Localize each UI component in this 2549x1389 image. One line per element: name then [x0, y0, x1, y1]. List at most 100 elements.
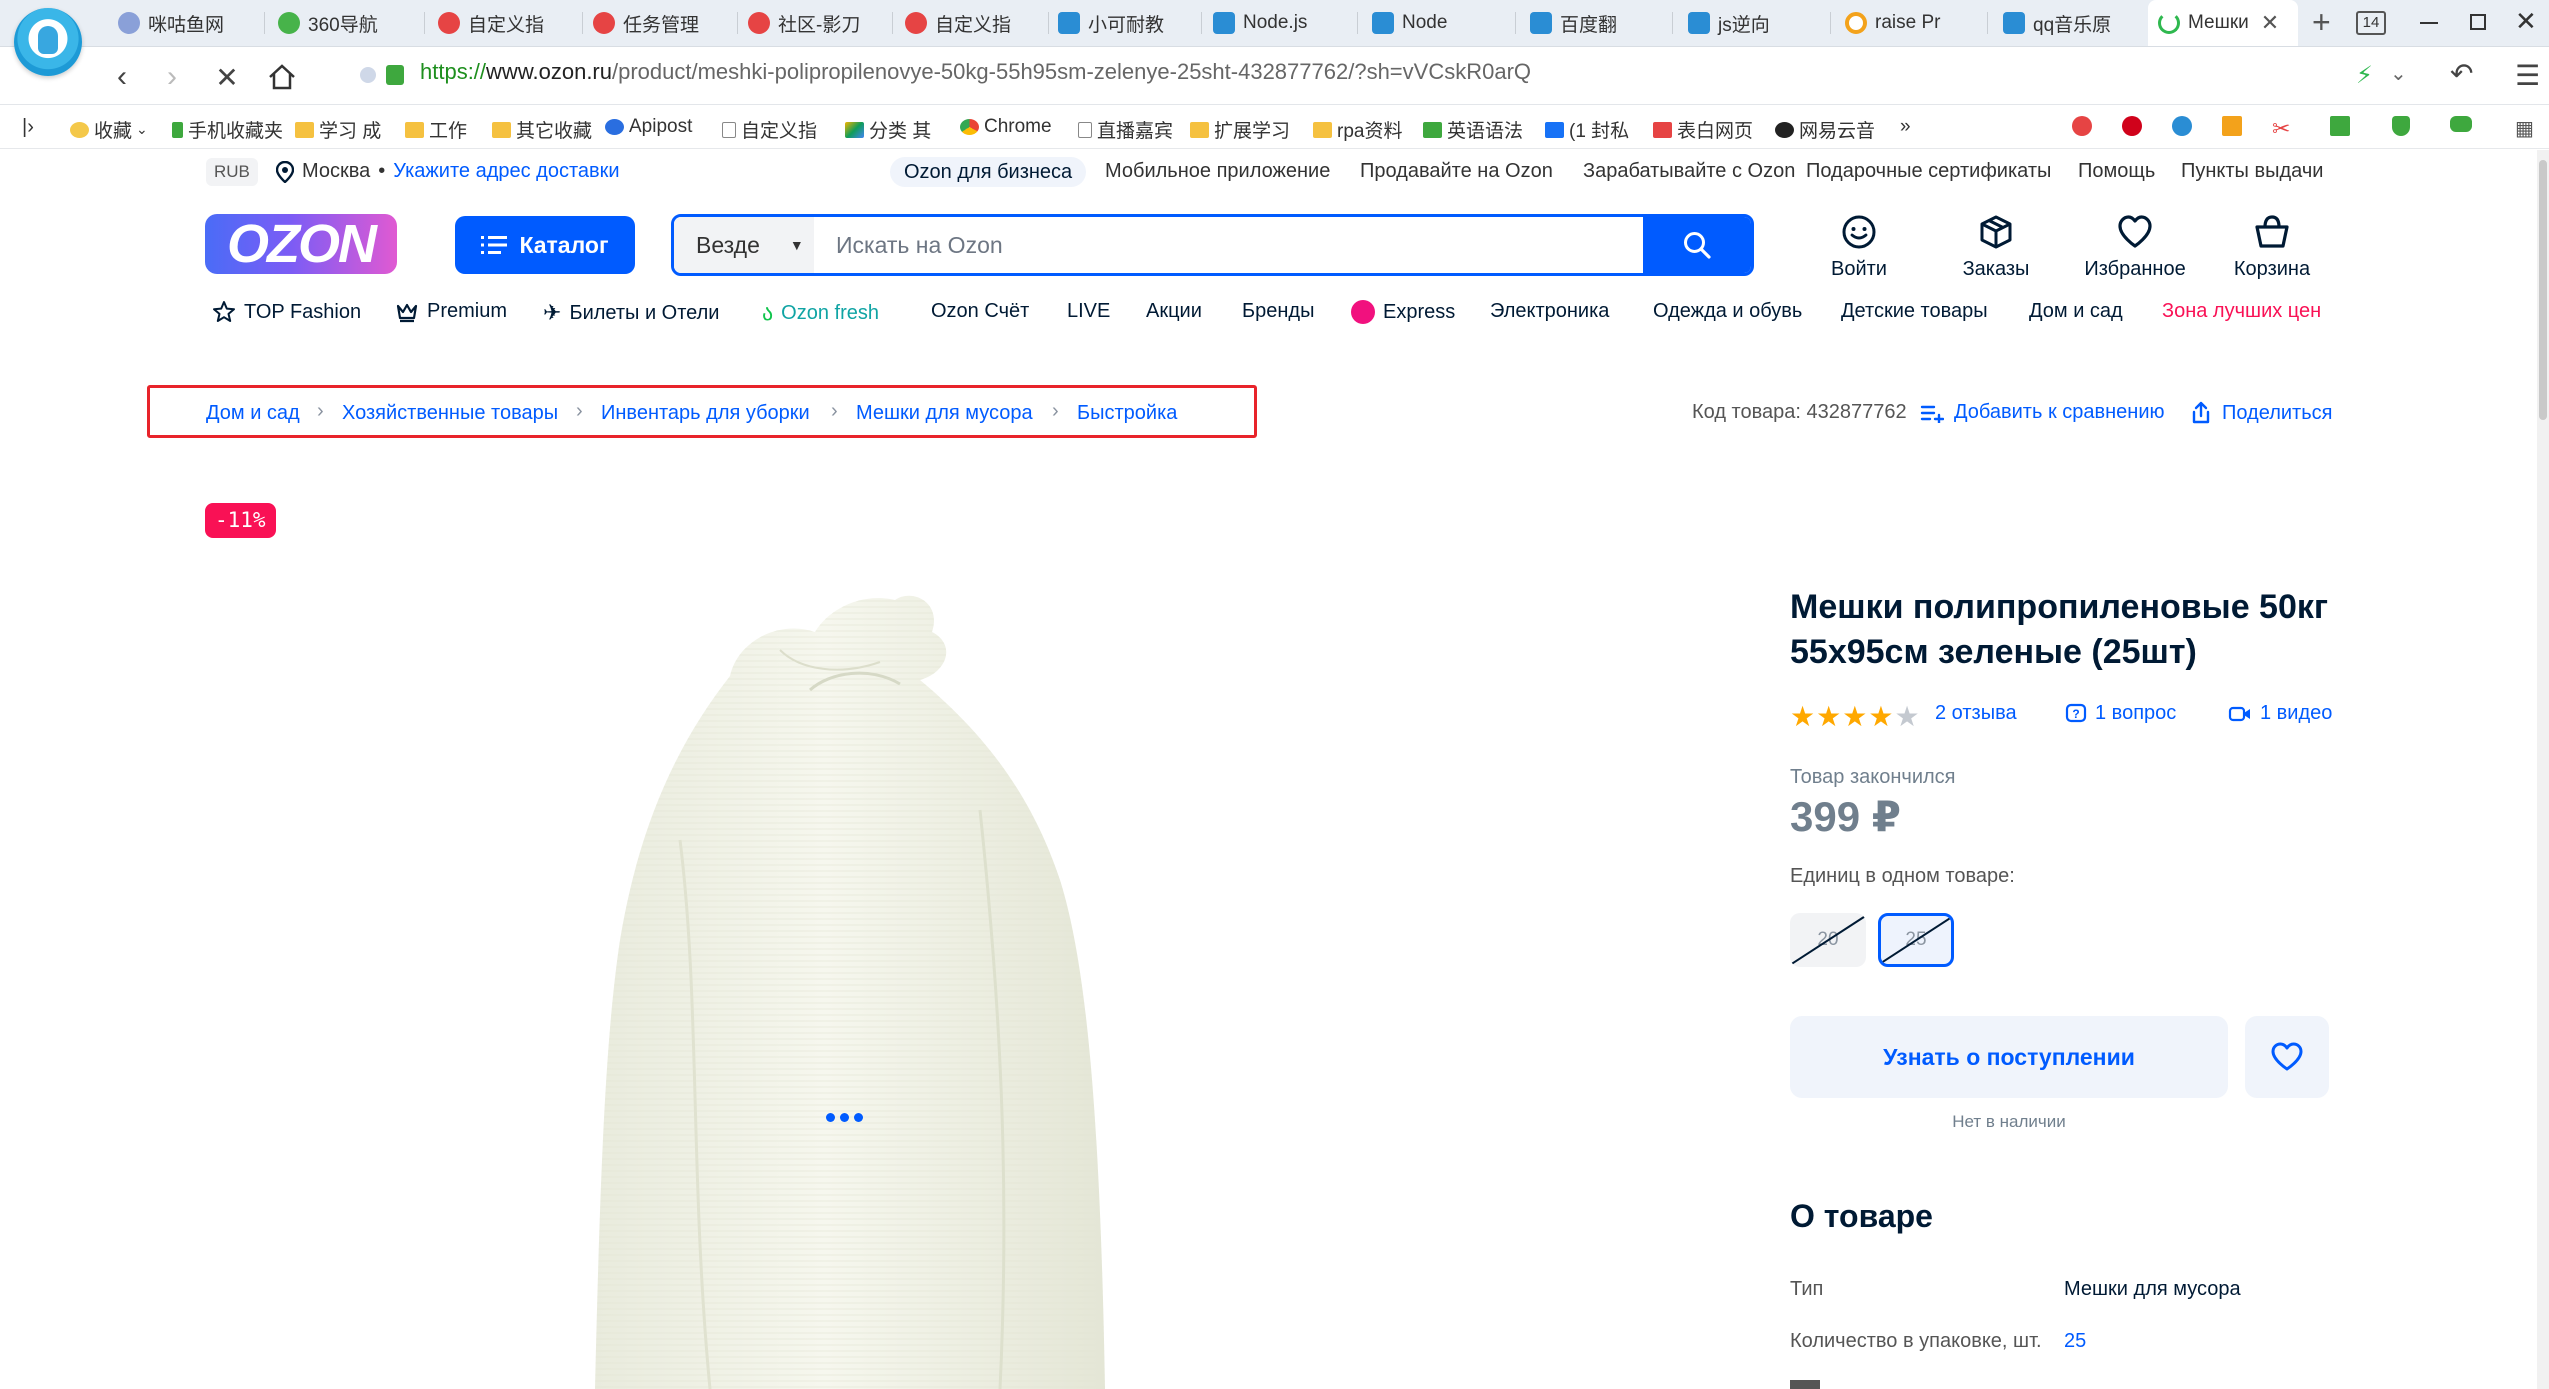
cart-button[interactable]: Корзина: [2222, 214, 2322, 281]
ozon-logo[interactable]: OZON: [205, 214, 397, 274]
menu-express[interactable]: Express: [1351, 300, 1455, 324]
bookmark-folder[interactable]: 学习 成: [295, 116, 381, 143]
tab-4[interactable]: 社区-影刀: [748, 0, 888, 46]
unit-option-selected[interactable]: 25: [1878, 913, 1954, 967]
tab-5[interactable]: 自定义指: [905, 0, 1045, 46]
spec-value-link[interactable]: 25: [2064, 1330, 2086, 1353]
city-selector[interactable]: Москва • Укажите адрес доставки: [276, 160, 620, 183]
scissors-icon[interactable]: ✂: [2272, 116, 2290, 142]
bookmark-item[interactable]: 自定义指: [722, 116, 817, 143]
sidebar-toggle-icon[interactable]: |›: [22, 116, 34, 139]
address-bar[interactable]: https://www.ozon.ru/product/meshki-polip…: [420, 59, 1531, 85]
new-tab-button[interactable]: +: [2312, 4, 2331, 41]
tab-3[interactable]: 任务管理: [593, 0, 733, 46]
tab-0[interactable]: 咪咕鱼网: [118, 0, 258, 46]
menu-sales[interactable]: Акции: [1146, 300, 1202, 323]
unit-option[interactable]: 20: [1790, 913, 1866, 967]
bookmark-folder[interactable]: 其它收藏: [492, 116, 592, 143]
search-scope-select[interactable]: Везде ▼: [674, 217, 814, 273]
tab-count-badge[interactable]: 14: [2356, 11, 2386, 35]
extension-icon[interactable]: [2222, 116, 2247, 136]
menu-clothes[interactable]: Одежда и обувь: [1653, 300, 1802, 323]
menu-home-garden[interactable]: Дом и сад: [2029, 300, 2123, 323]
tab-close-icon[interactable]: ✕: [2261, 10, 2279, 36]
tab-7[interactable]: Node.js: [1213, 0, 1353, 46]
menu-top-fashion[interactable]: TOP Fashion: [212, 300, 361, 324]
bookmark-item[interactable]: 收藏 ⌄: [70, 116, 148, 143]
site-info-icon[interactable]: [360, 67, 376, 83]
top-link-pickup[interactable]: Пункты выдачи: [2181, 160, 2323, 183]
product-image[interactable]: [560, 580, 1140, 1389]
bookmark-item[interactable]: Chrome: [960, 116, 1052, 138]
breadcrumb-item[interactable]: Мешки для мусора: [856, 402, 1033, 425]
bookmark-item[interactable]: 表白网页: [1653, 116, 1753, 143]
bookmark-item[interactable]: 直播嘉宾: [1078, 116, 1173, 143]
rating-stars[interactable]: ★★★★★: [1790, 700, 1921, 733]
bookmark-item[interactable]: 手机收藏夹: [172, 116, 283, 143]
browser-logo-icon[interactable]: [14, 8, 82, 76]
breadcrumb-item[interactable]: Хозяйственные товары: [342, 402, 558, 425]
forward-icon[interactable]: ›: [152, 57, 192, 97]
tab-8[interactable]: Node: [1372, 0, 1512, 46]
tab-2[interactable]: 自定义指: [438, 0, 578, 46]
breadcrumb-item[interactable]: Дом и сад: [206, 402, 300, 425]
grid-icon[interactable]: ▦: [2515, 116, 2534, 141]
menu-best-prices[interactable]: Зона лучших цен: [2162, 300, 2321, 323]
address-link[interactable]: Укажите адрес доставки: [393, 160, 619, 183]
breadcrumb-item[interactable]: Инвентарь для уборки: [601, 402, 810, 425]
business-link[interactable]: Ozon для бизнеса: [890, 157, 1087, 187]
bookmark-item[interactable]: 分类 其: [845, 116, 931, 143]
top-link-gift[interactable]: Подарочные сертификаты: [1806, 160, 2051, 183]
minimize-icon[interactable]: [2420, 22, 2438, 24]
breadcrumb-item[interactable]: Быстройка: [1077, 402, 1177, 425]
top-link-earn[interactable]: Зарабатывайте с Ozon: [1583, 160, 1795, 183]
menu-premium[interactable]: Premium: [395, 300, 507, 323]
currency-badge[interactable]: RUB: [206, 158, 258, 186]
menu-electronics[interactable]: Электроника: [1490, 300, 1609, 323]
bookmark-item[interactable]: (1 封私: [1545, 116, 1629, 143]
lightning-icon[interactable]: ⚡: [2356, 61, 2373, 90]
reviews-link[interactable]: 2 отзыва: [1935, 702, 2017, 725]
gamepad-icon[interactable]: [2450, 116, 2477, 132]
close-window-icon[interactable]: ✕: [2515, 6, 2537, 37]
lock-icon[interactable]: [386, 65, 404, 85]
bookmark-item[interactable]: Apipost: [605, 116, 692, 138]
top-link-app[interactable]: Мобильное приложение: [1105, 160, 1330, 183]
restore-icon[interactable]: [2470, 14, 2486, 30]
undo-icon[interactable]: ↶: [2450, 57, 2473, 90]
menu-tickets[interactable]: ✈ Билеты и Отели: [543, 300, 719, 326]
back-icon[interactable]: ‹: [102, 57, 142, 97]
search-button[interactable]: [1643, 217, 1751, 273]
favorites-button[interactable]: Избранное: [2084, 214, 2186, 281]
home-icon[interactable]: [262, 57, 302, 97]
bookmark-item[interactable]: 英语语法: [1423, 116, 1523, 143]
menu-icon[interactable]: ☰: [2515, 59, 2540, 92]
adblock-icon[interactable]: [2122, 116, 2147, 136]
tab-10[interactable]: js逆向: [1688, 0, 1828, 46]
orders-button[interactable]: Заказы: [1946, 214, 2046, 281]
tab-1[interactable]: 360导航: [278, 0, 418, 46]
tab-9[interactable]: 百度翻: [1530, 0, 1670, 46]
login-button[interactable]: Войти: [1809, 214, 1909, 281]
scrollbar-thumb[interactable]: [2539, 160, 2547, 420]
share-button[interactable]: Поделиться: [2190, 401, 2332, 425]
bookmark-folder[interactable]: 工作: [405, 116, 467, 143]
catalog-button[interactable]: Каталог: [455, 216, 635, 274]
menu-brands[interactable]: Бренды: [1242, 300, 1314, 323]
bookmark-folder[interactable]: rpa资料: [1313, 116, 1402, 143]
extension-icon[interactable]: [2072, 116, 2097, 136]
bookmarks-more-icon[interactable]: »: [1900, 116, 1911, 138]
tab-6[interactable]: 小可耐教: [1058, 0, 1198, 46]
bookmark-item[interactable]: 网易云音: [1775, 116, 1875, 143]
menu-live[interactable]: LIVE: [1067, 300, 1110, 323]
chevron-down-icon[interactable]: ⌄: [2390, 61, 2407, 86]
menu-ozon-account[interactable]: Ozon Счёт: [931, 300, 1029, 323]
top-link-sell[interactable]: Продавайте на Ozon: [1360, 160, 1553, 183]
compare-button[interactable]: Добавить к сравнению: [1920, 401, 2165, 424]
stop-loading-icon[interactable]: ✕: [207, 57, 247, 97]
tab-12[interactable]: qq音乐原: [2003, 0, 2143, 46]
tab-11[interactable]: raise Pr: [1845, 0, 1985, 46]
tab-13-active[interactable]: Мешки ✕: [2148, 0, 2298, 46]
questions-link[interactable]: ? 1 вопрос: [2065, 702, 2176, 725]
extension-icon[interactable]: [2172, 116, 2197, 136]
